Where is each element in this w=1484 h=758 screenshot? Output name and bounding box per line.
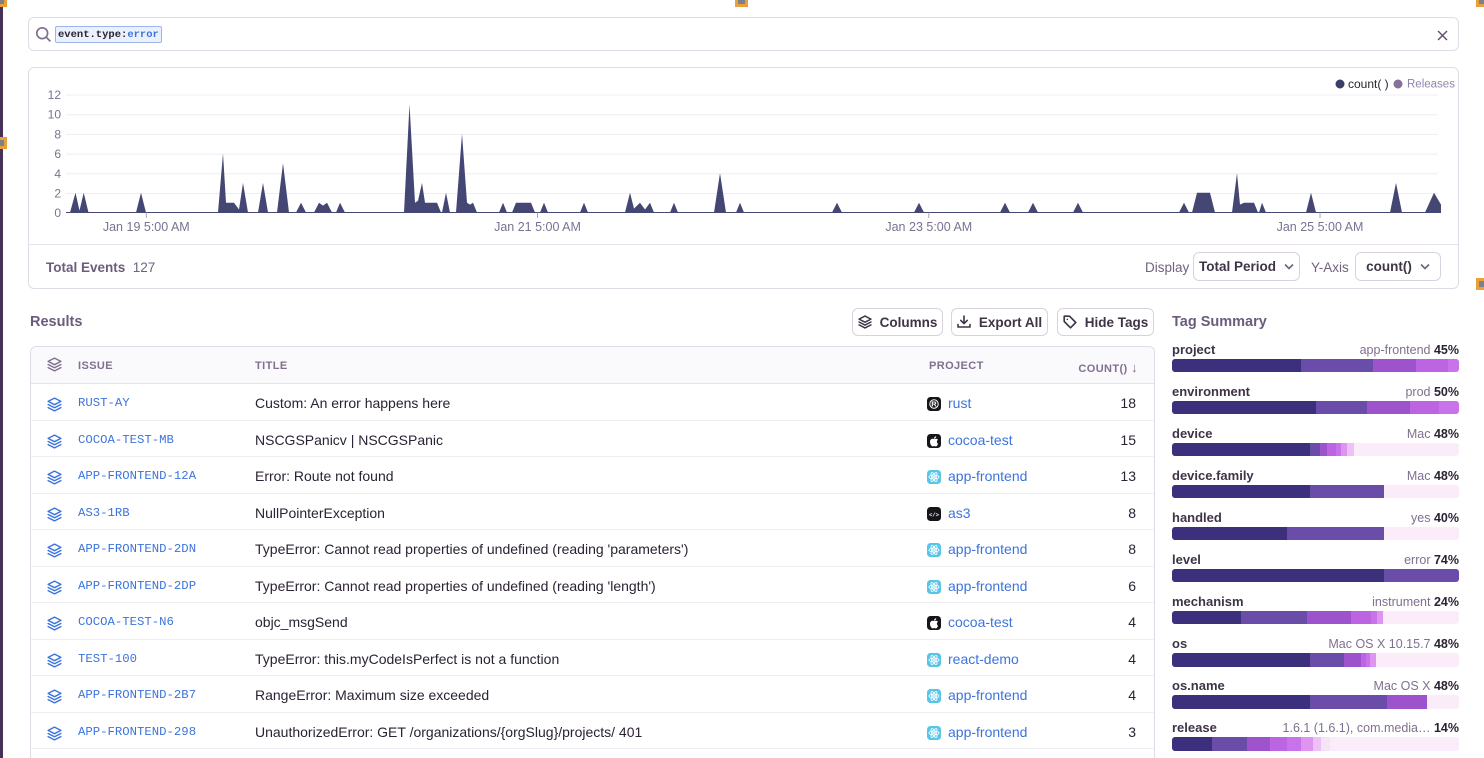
svg-text:4: 4 — [54, 167, 61, 181]
svg-text:Releases: Releases — [1407, 79, 1455, 91]
svg-text:Jan 21 5:00 AM: Jan 21 5:00 AM — [494, 220, 581, 234]
svg-text:count( ): count( ) — [1348, 77, 1389, 91]
svg-text:R: R — [931, 400, 937, 409]
svg-text:</>: </> — [929, 511, 940, 518]
svg-text:Jan 23 5:00 AM: Jan 23 5:00 AM — [885, 220, 972, 234]
svg-text:8: 8 — [54, 127, 61, 141]
svg-text:Jan 19 5:00 AM: Jan 19 5:00 AM — [103, 220, 190, 234]
svg-text:12: 12 — [48, 88, 62, 102]
svg-text:6: 6 — [54, 147, 61, 161]
svg-text:10: 10 — [48, 108, 62, 122]
svg-text:2: 2 — [54, 187, 61, 201]
svg-text:0: 0 — [54, 206, 61, 220]
svg-text:Jan 25 5:00 AM: Jan 25 5:00 AM — [1277, 220, 1364, 234]
